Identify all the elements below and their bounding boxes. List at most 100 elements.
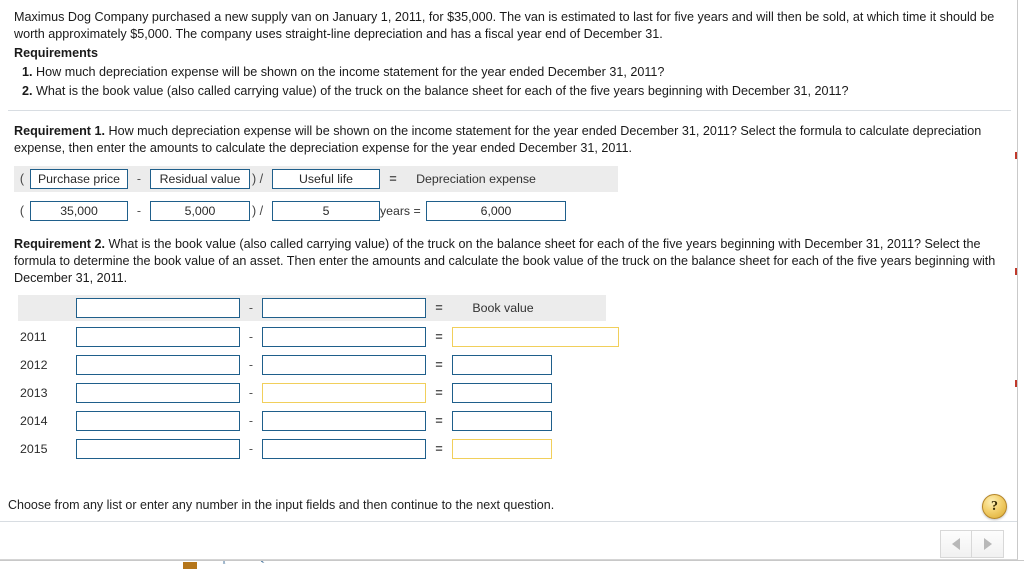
depreciation-expense-input[interactable]: 6,000 [426,201,566,221]
header-col1-cell [76,298,240,318]
row-2013-result-cell [452,383,552,403]
row-year-2013: 2013 [20,386,48,400]
accumulated-depreciation-input-2011[interactable] [262,327,426,347]
minus-operator-2011: - [248,330,254,344]
close-paren-divide-values: ) / [252,204,264,218]
row-2011-col2-cell [262,327,426,347]
accumulated-depreciation-input-2013[interactable] [262,383,426,403]
accumulated-depreciation-input-2014[interactable] [262,411,426,431]
exercise-page: Maximus Dog Company purchased a new supp… [0,0,1018,560]
requirement-2-prompt: Requirement 2. What is the book value (a… [14,236,1003,287]
requirement-text-1: How much depreciation expense will be sh… [36,65,665,79]
row-year-2011: 2011 [20,330,47,344]
useful-life-value-cell: 5 [272,201,380,221]
table-row: 2011 - = [18,323,718,351]
requirement-1-text: How much depreciation expense will be sh… [14,124,982,155]
open-paren-values: ( [19,204,25,218]
row-2012-col2-cell [262,355,426,375]
cost-input-2014[interactable] [76,411,240,431]
minus-operator-header: - [136,172,142,186]
requirement-number-1: 1. [22,65,33,79]
footer-divider [0,521,1017,522]
row-year-2015: 2015 [20,442,48,456]
cost-input-2015[interactable] [76,439,240,459]
requirement-1-prompt: Requirement 1. How much depreciation exp… [14,123,1003,157]
edge-marker [1015,268,1017,275]
table-row: 2012 - = [18,351,718,379]
minus-operator-values: - [136,204,142,218]
row-2012-col1-cell [76,355,240,375]
clipped-text-right: Chapter 10 Quiz 1 [205,561,286,564]
close-paren-divide-header: ) / [252,172,264,186]
help-icon[interactable]: ? [982,494,1007,519]
cost-input-2011[interactable] [76,327,240,347]
navigation-buttons [940,530,1004,558]
previous-question-button[interactable] [940,530,972,558]
requirement-2-text: What is the book value (also called carr… [14,237,996,285]
accumulated-depreciation-input-2012[interactable] [262,355,426,375]
chevron-right-icon [983,538,992,550]
equals-operator-2012: = [435,358,443,372]
row-2014-col1-cell [76,411,240,431]
residual-value-value-cell: 5,000 [150,201,250,221]
row-2013-col1-cell [76,383,240,403]
row-2012-result-cell [452,355,552,375]
footer-instruction: Choose from any list or enter any number… [8,498,555,512]
accumulated-depreciation-input-2015[interactable] [262,439,426,459]
header-col2-cell [262,298,426,318]
book-value-input-2011[interactable] [452,327,619,347]
edge-marker [1015,152,1017,159]
purchase-price-cell: Purchase price [30,169,128,189]
table-row: 2015 - = [18,435,718,463]
row-year-2012: 2012 [20,358,48,372]
row-2013-col2-cell [262,383,426,403]
chevron-left-icon [952,538,960,550]
section-divider [8,110,1011,111]
problem-paragraph: Maximus Dog Company purchased a new supp… [14,10,995,41]
depreciation-expense-value-cell: 6,000 [426,201,566,221]
useful-life-select[interactable]: Useful life [272,169,380,189]
equals-operator-2015: = [435,442,443,456]
requirement-1-formula-header-row: ( Purchase price - Residual value ) / Us… [14,166,618,192]
row-2011-result-cell [452,327,619,347]
requirement-text-2: What is the book value (also called carr… [36,84,849,98]
requirement-1-lead: Requirement 1. [14,124,105,138]
minus-operator-2015: - [248,442,254,456]
requirement-number-2: 2. [22,84,33,98]
requirement-2-block: Requirement 2. What is the book value (a… [0,236,1017,287]
purchase-price-select[interactable]: Purchase price [30,169,128,189]
book-value-formula-select-2[interactable] [262,298,426,318]
equals-operator-header: = [389,172,397,186]
residual-value-select[interactable]: Residual value [150,169,250,189]
cost-input-2013[interactable] [76,383,240,403]
cost-input-2012[interactable] [76,355,240,375]
row-2014-col2-cell [262,411,426,431]
book-value-formula-select-1[interactable] [76,298,240,318]
open-paren-header: ( [19,172,25,186]
next-question-button[interactable] [972,530,1004,558]
table-row: 2014 - = [18,407,718,435]
clipped-window-strip: Worksheet Chapter 10 Quiz 1 [0,560,1024,569]
book-value-input-2014[interactable] [452,411,552,431]
purchase-price-input[interactable]: 35,000 [30,201,128,221]
useful-life-input[interactable]: 5 [272,201,380,221]
row-2011-col1-cell [76,327,240,347]
book-value-input-2012[interactable] [452,355,552,375]
book-value-table: - = Book value 2011 - = 2012 - = 2013 - … [0,295,1017,463]
depreciation-expense-label: Depreciation expense [416,172,536,186]
book-value-table-header-row: - = Book value [18,295,606,321]
equals-operator-table-header: = [435,301,443,315]
row-2015-col1-cell [76,439,240,459]
book-value-input-2013[interactable] [452,383,552,403]
edge-marker [1015,380,1017,387]
purchase-price-value-cell: 35,000 [30,201,128,221]
table-row: 2013 - = [18,379,718,407]
residual-value-input[interactable]: 5,000 [150,201,250,221]
book-value-input-2015[interactable] [452,439,552,459]
clipped-orange-square-icon [183,562,197,569]
problem-statement: Maximus Dog Company purchased a new supp… [0,0,1017,101]
row-2015-result-cell [452,439,552,459]
years-equals-label: years = [380,204,421,218]
useful-life-cell: Useful life [272,169,380,189]
requirement-1-block: Requirement 1. How much depreciation exp… [0,123,1017,224]
